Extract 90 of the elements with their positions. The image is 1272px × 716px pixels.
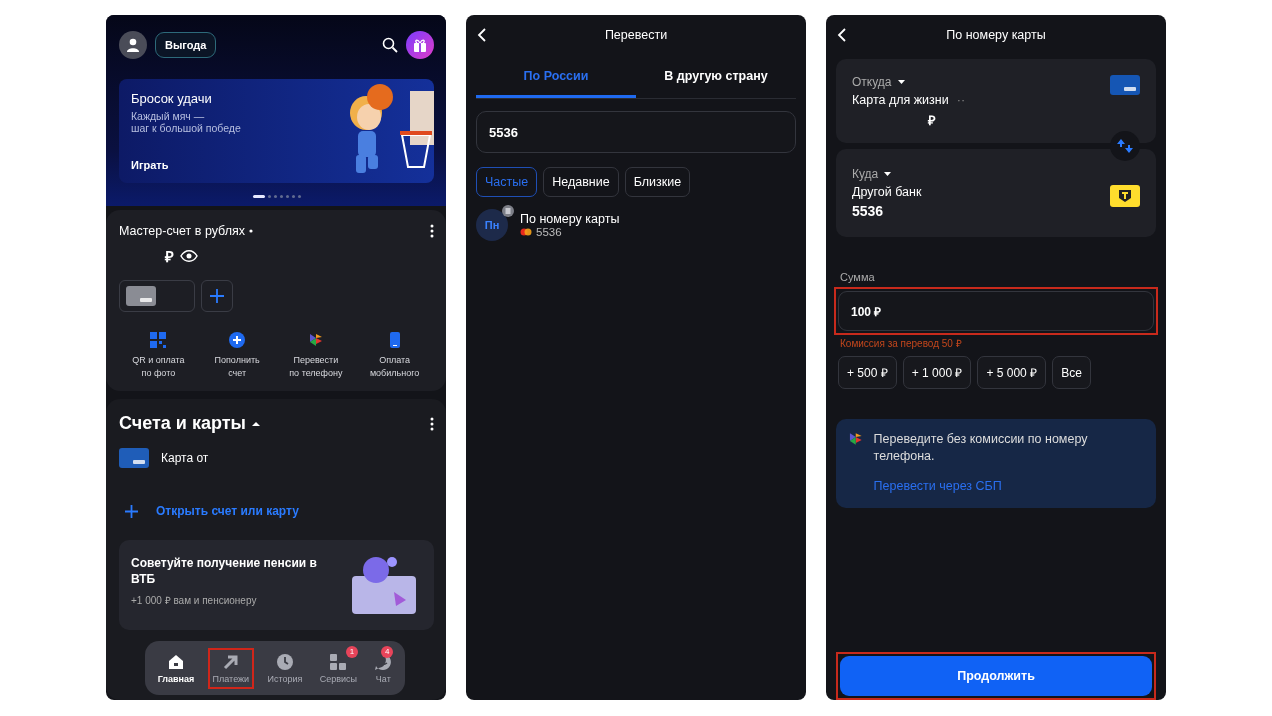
pager-dot[interactable] [285, 195, 289, 198]
card-badge-icon [502, 205, 514, 217]
caret-down-icon [884, 172, 892, 176]
info-text: Переведите без комиссии по номеру телефона. [873, 431, 1089, 465]
destination-card-panel[interactable]: Куда Другой банк 5536 [836, 149, 1156, 237]
account-balance: ₽ [165, 247, 174, 266]
card-icon [1110, 75, 1140, 95]
swap-arrows-icon [1116, 137, 1134, 155]
card-number: 5536 [852, 203, 885, 219]
screen-title: По номеру карты [946, 28, 1046, 42]
caret-up-icon[interactable] [251, 420, 260, 427]
pager-dot[interactable] [279, 195, 283, 198]
masked-digits: ·· [956, 93, 966, 107]
pager-dot[interactable] [273, 195, 277, 198]
profile-avatar[interactable] [119, 31, 147, 59]
card-name: Карта для жизни [852, 93, 949, 107]
more-icon[interactable] [430, 224, 434, 238]
nav-tab[interactable]: Платежи [207, 647, 255, 689]
sbp-logo-icon[interactable] [307, 332, 324, 348]
card-tile[interactable] [119, 280, 195, 312]
search-icon[interactable] [382, 37, 398, 53]
plus-icon [210, 289, 224, 303]
contact-initials: Пн [484, 219, 500, 231]
add-button[interactable] [201, 280, 233, 312]
contact-name[interactable]: По номеру карты [520, 212, 620, 226]
screen-title: Перевести [604, 28, 668, 42]
search-field[interactable]: 5536 [476, 111, 796, 153]
quick-action-label[interactable]: Оплата мобильного [369, 354, 420, 380]
tab[interactable]: В другую страну [636, 55, 796, 98]
gift-button[interactable] [406, 31, 434, 59]
field-label: Куда [852, 167, 879, 181]
account-title: Мастер-счет в рублях [119, 224, 245, 238]
field-label: Откуда [852, 75, 892, 89]
filter-chip[interactable]: Недавние [543, 167, 619, 197]
nav-tab[interactable]: Главная [153, 648, 199, 688]
pager-dot[interactable] [267, 195, 271, 198]
plus-icon[interactable] [125, 504, 138, 518]
promo-card[interactable]: Советуйте получение пенсии в ВТБ +1 000 ₽ вам и пенсионеру [119, 540, 434, 631]
nav-tab[interactable]: История [263, 648, 307, 688]
eye-icon[interactable] [180, 250, 198, 262]
section-title: Счета и карты [119, 413, 246, 435]
card-icon [126, 286, 156, 306]
amount-chip[interactable]: Все [1052, 356, 1091, 389]
filter-chip[interactable]: Близкие [624, 167, 691, 197]
notification-badge: 1 [345, 645, 358, 658]
open-account-link[interactable]: Открыть счет или карту [156, 504, 299, 519]
card-name[interactable]: Карта от [161, 451, 209, 466]
quick-action-label[interactable]: Пополнить счет [214, 354, 260, 380]
sbp-logo-icon [848, 431, 864, 447]
card-balance: ₽ [928, 112, 937, 129]
back-icon[interactable] [836, 27, 846, 43]
benefits-button[interactable]: Выгода [155, 32, 217, 58]
mastercard-icon [520, 228, 532, 236]
promo-banner[interactable]: Бросок удачи Каждый мяч — шаг к большой победе Играть [119, 79, 434, 183]
gift-icon [413, 38, 427, 52]
amount-chip[interactable]: + 5 000 ₽ [977, 356, 1047, 389]
filter-chip[interactable]: Частые [476, 167, 538, 197]
commission-text: Комиссия за перевод 50 ₽ [840, 337, 963, 350]
caret-down-icon [897, 80, 905, 84]
pager-dot[interactable] [291, 195, 295, 198]
continue-button[interactable]: Продолжить [840, 656, 1152, 696]
promo-title: Советуйте получение пенсии в ВТБ [131, 556, 318, 588]
promo-text: +1 000 ₽ вам и пенсионеру [131, 594, 258, 608]
nav-tab[interactable]: Сервисы 1 [315, 648, 361, 688]
qr-code-icon[interactable] [150, 332, 167, 348]
card-number: 5536 [536, 226, 562, 238]
amount-chip[interactable]: + 1 000 ₽ [902, 356, 972, 389]
plus-circle-icon[interactable] [229, 332, 246, 348]
home-icon [166, 652, 185, 671]
bank-name: Другой банк [852, 185, 923, 199]
amount-label: Сумма [840, 271, 876, 283]
quick-action-label[interactable]: Перевести по телефону [289, 354, 343, 380]
pager-dot[interactable] [297, 195, 301, 198]
banner-subtitle: Каждый мяч — шаг к большой победе [131, 110, 242, 134]
person-icon [126, 38, 140, 52]
play-link[interactable]: Играть [131, 159, 169, 171]
banner-title: Бросок удачи [131, 91, 213, 106]
more-icon[interactable] [430, 416, 434, 431]
nav-tab[interactable]: Чат 4 [370, 648, 397, 688]
clock-icon [275, 652, 294, 671]
notification-badge: 4 [381, 645, 394, 658]
tab[interactable]: По России [476, 55, 636, 98]
amount-field[interactable]: 100 ₽ [838, 291, 1154, 331]
amount-chip[interactable]: + 500 ₽ [838, 356, 897, 389]
grid-icon [329, 652, 348, 671]
bank-logo-icon [1110, 185, 1140, 207]
card-icon [119, 448, 149, 469]
back-icon[interactable] [476, 27, 486, 43]
quick-action-label[interactable]: QR и оплата по фото [132, 354, 185, 380]
source-card-panel[interactable]: Откуда Карта для жизни ·· ₽ [836, 59, 1156, 143]
